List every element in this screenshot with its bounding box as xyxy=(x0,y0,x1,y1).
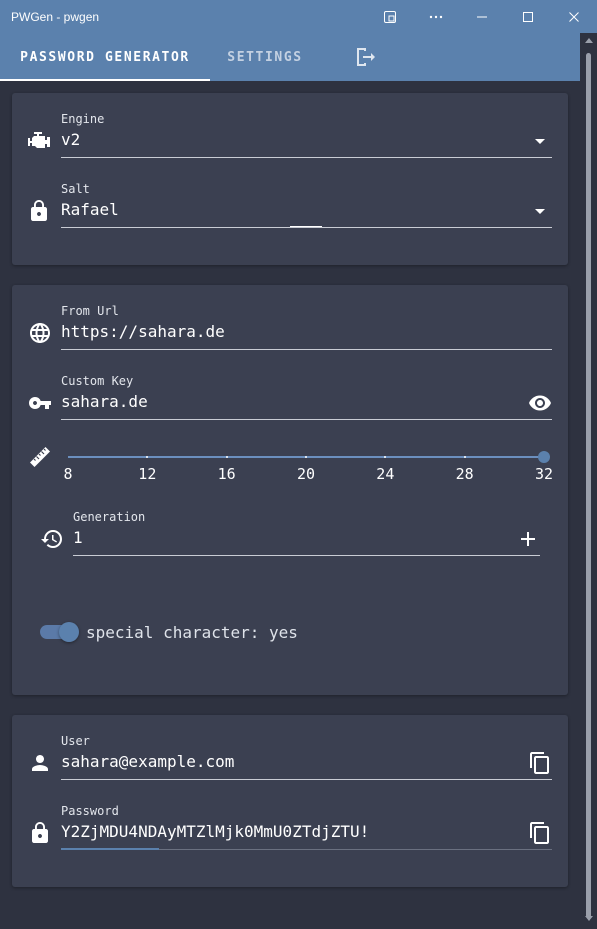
url-value: https://sahara.de xyxy=(61,322,225,341)
credentials-card: User sahara@example.com Password Y2ZjMDU… xyxy=(12,715,568,887)
salt-underline xyxy=(61,227,552,228)
scroll-up-arrow-icon[interactable] xyxy=(585,38,593,43)
minimize-icon xyxy=(477,16,487,17)
close-icon xyxy=(569,11,579,22)
compact-overlay-button[interactable] xyxy=(367,0,413,33)
scroll-thumb[interactable] xyxy=(586,53,591,918)
slider-thumb[interactable] xyxy=(538,451,550,463)
window-titlebar: PWGen - pwgen xyxy=(0,0,597,33)
salt-label: Salt xyxy=(61,182,90,196)
more-options-button[interactable] xyxy=(413,0,459,33)
compact-overlay-icon xyxy=(384,10,396,23)
salt-select[interactable]: Salt Rafael xyxy=(61,182,552,228)
custom-key-underline xyxy=(61,419,552,420)
password-value: Y2ZjMDU4NDAyMTZlMjk0MmU0ZTdjZTU! xyxy=(61,822,370,841)
slider-tick-label: 20 xyxy=(296,465,316,483)
slider-tick-mark xyxy=(225,456,228,458)
copy-password-icon[interactable] xyxy=(528,821,552,845)
slider-tick-mark xyxy=(305,456,307,458)
salt-lock-icon xyxy=(27,199,51,223)
vertical-scrollbar[interactable] xyxy=(580,33,597,929)
password-field[interactable]: Password Y2ZjMDU4NDAyMTZlMjk0MmU0ZTdjZTU… xyxy=(61,804,552,850)
engine-underline xyxy=(61,157,552,158)
salt-focus-indicator xyxy=(290,226,322,227)
engine-label: Engine xyxy=(61,112,105,126)
user-label: User xyxy=(61,734,90,748)
logout-button[interactable] xyxy=(340,33,390,81)
slider-tick-label: 8 xyxy=(63,465,73,483)
engine-icon xyxy=(27,128,51,152)
url-input[interactable]: From Url https://sahara.de xyxy=(61,304,552,350)
slider-tick-mark xyxy=(463,456,466,458)
engine-value: v2 xyxy=(61,130,81,149)
generation-input[interactable]: Generation 1 xyxy=(73,510,540,556)
history-icon xyxy=(40,527,64,551)
special-character-label: special character: yes xyxy=(86,623,298,642)
slider-tick-label: 32 xyxy=(534,465,554,483)
user-value: sahara@example.com xyxy=(61,752,235,771)
salt-value: Rafael xyxy=(61,200,119,219)
globe-icon xyxy=(28,321,52,345)
slider-tick-label: 12 xyxy=(138,465,157,483)
special-character-toggle[interactable]: special character: yes xyxy=(40,620,310,644)
maximize-button[interactable] xyxy=(505,0,551,33)
generation-value: 1 xyxy=(73,528,83,547)
slider-tick-label: 24 xyxy=(376,465,395,483)
tab-settings[interactable]: SETTINGS xyxy=(210,33,320,81)
slider-tick-label: 16 xyxy=(217,465,236,483)
salt-dropdown-arrow-icon[interactable] xyxy=(535,209,545,214)
close-button[interactable] xyxy=(551,0,597,33)
more-horizontal-icon xyxy=(429,15,443,18)
toggle-knob[interactable] xyxy=(59,622,79,642)
password-label: Password xyxy=(61,804,119,818)
custom-key-value: sahara.de xyxy=(61,392,148,411)
length-slider[interactable]: 8 12 16 20 24 28 32 xyxy=(63,445,553,485)
minimize-button[interactable] xyxy=(459,0,505,33)
user-underline xyxy=(61,779,552,780)
url-label: From Url xyxy=(61,304,119,318)
generation-underline xyxy=(73,555,540,556)
window-controls xyxy=(367,0,597,33)
tab-bar: PASSWORD GENERATOR SETTINGS xyxy=(0,33,597,81)
key-icon xyxy=(28,391,52,415)
tab-password-generator[interactable]: PASSWORD GENERATOR xyxy=(0,33,210,81)
window-title: PWGen - pwgen xyxy=(11,9,100,24)
engine-select[interactable]: Engine v2 xyxy=(61,112,552,158)
generation-label: Generation xyxy=(73,510,146,524)
engine-salt-card: Engine v2 Salt Rafael xyxy=(12,93,568,265)
scroll-down-arrow-icon[interactable] xyxy=(585,916,593,921)
custom-key-label: Custom Key xyxy=(61,374,134,388)
password-strength-bar xyxy=(61,848,160,850)
eye-icon[interactable] xyxy=(528,391,552,415)
plus-icon[interactable] xyxy=(516,527,540,551)
engine-dropdown-arrow-icon[interactable] xyxy=(535,139,545,144)
user-icon xyxy=(28,751,52,775)
copy-user-icon[interactable] xyxy=(528,751,552,775)
password-lock-icon xyxy=(28,821,52,845)
custom-key-input[interactable]: Custom Key sahara.de xyxy=(61,374,552,420)
slider-tick-label: 28 xyxy=(455,465,474,483)
user-field[interactable]: User sahara@example.com xyxy=(61,734,552,780)
ruler-icon xyxy=(28,445,52,469)
url-underline xyxy=(61,349,552,350)
logout-icon xyxy=(357,48,375,66)
options-card: From Url https://sahara.de Custom Key sa… xyxy=(12,285,568,695)
maximize-icon xyxy=(523,11,533,22)
